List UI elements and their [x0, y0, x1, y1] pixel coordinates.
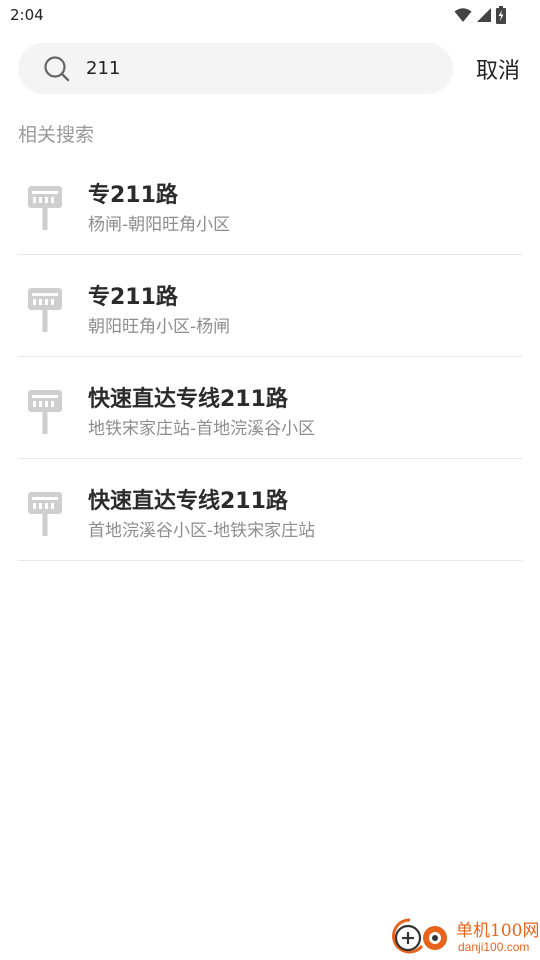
battery-charging-icon: [496, 6, 506, 24]
wifi-icon: [454, 8, 472, 22]
section-title: 相关搜索: [18, 124, 95, 146]
status-time: 2:04: [10, 6, 44, 24]
watermark-logo-icon: [392, 918, 447, 954]
bus-stop-icon: [28, 186, 62, 230]
search-input[interactable]: [86, 51, 426, 85]
route-terminals: 杨闸-朝阳旺角小区: [88, 215, 231, 235]
search-box[interactable]: [18, 43, 453, 94]
bus-stop-icon: [28, 492, 62, 536]
route-terminals: 朝阳旺角小区-杨闸: [88, 317, 231, 337]
bus-stop-icon: [28, 390, 62, 434]
list-item[interactable]: 快速直达专线211路 首地浣溪谷小区-地铁宋家庄站: [18, 459, 522, 561]
app-screen: 2:04 取消 相关搜索: [0, 0, 540, 960]
status-bar: 2:04: [0, 0, 540, 32]
list-item[interactable]: 专211路 杨闸-朝阳旺角小区: [18, 153, 522, 255]
cell-signal-icon: [477, 8, 491, 22]
cancel-button[interactable]: 取消: [468, 50, 528, 88]
status-icons: [454, 6, 506, 24]
watermark: 单机100网 danji100.com: [388, 914, 540, 958]
watermark-domain: danji100.com: [458, 940, 530, 954]
route-name: 快速直达专线211路: [88, 489, 288, 514]
route-name: 快速直达专线211路: [88, 387, 288, 412]
list-item[interactable]: 专211路 朝阳旺角小区-杨闸: [18, 255, 522, 357]
search-icon: [44, 56, 70, 82]
list-item[interactable]: 快速直达专线211路 地铁宋家庄站-首地浣溪谷小区: [18, 357, 522, 459]
watermark-name: 单机100网: [456, 921, 540, 941]
route-name: 专211路: [88, 183, 178, 208]
route-terminals: 地铁宋家庄站-首地浣溪谷小区: [88, 419, 316, 439]
result-list: 专211路 杨闸-朝阳旺角小区 专211路 朝阳旺角小区-杨闸 快速直达专线21…: [18, 153, 522, 561]
route-terminals: 首地浣溪谷小区-地铁宋家庄站: [88, 521, 316, 541]
bus-stop-icon: [28, 288, 62, 332]
route-name: 专211路: [88, 285, 178, 310]
